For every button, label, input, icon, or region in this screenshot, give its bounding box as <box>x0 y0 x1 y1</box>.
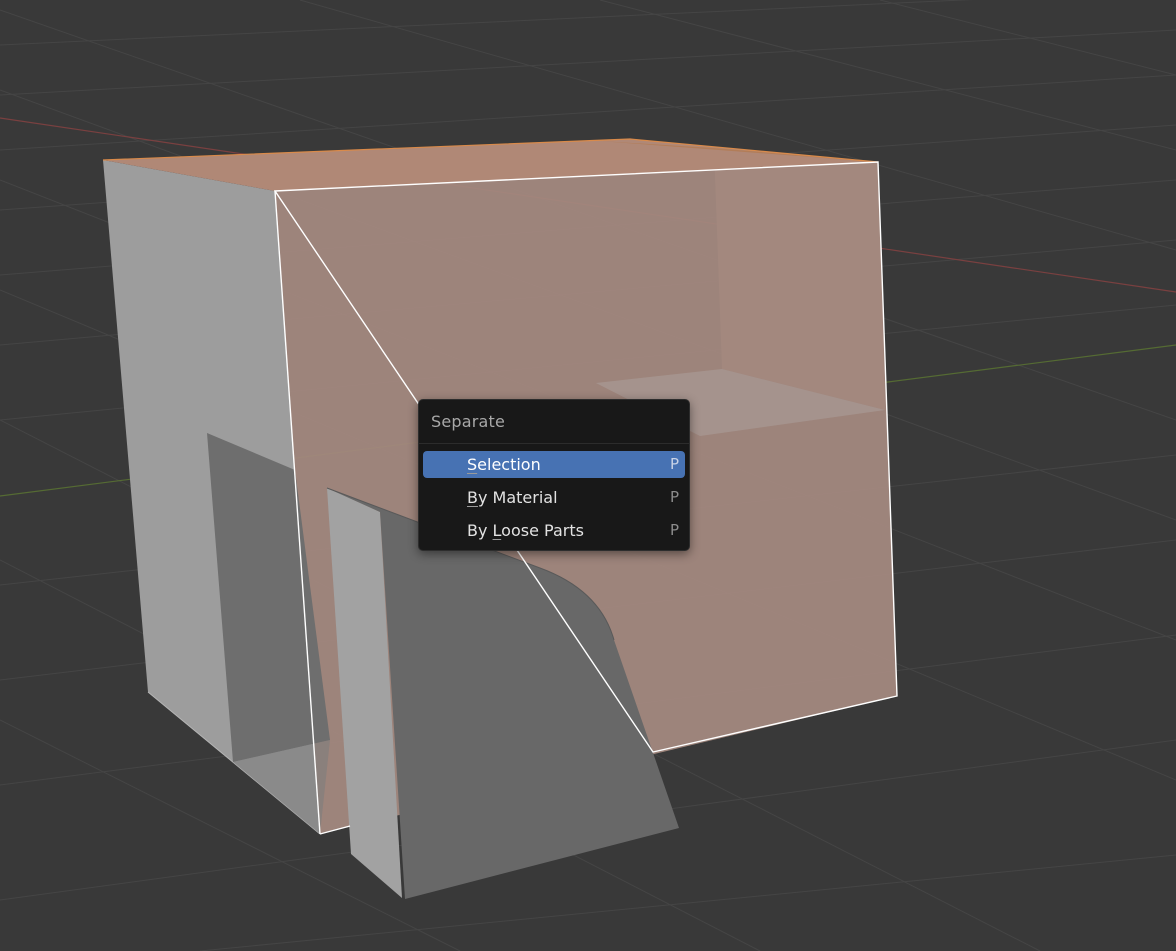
menu-item-label: By Material <box>467 488 558 507</box>
menu-item-label: By Loose Parts <box>467 521 584 540</box>
separate-menu: Separate Selection P By Material P By Lo… <box>418 399 690 551</box>
menu-divider <box>419 443 689 444</box>
menu-item-selection[interactable]: Selection P <box>423 451 685 478</box>
menu-title: Separate <box>431 412 506 431</box>
menu-item-shortcut: P <box>669 488 679 506</box>
menu-item-by-material[interactable]: By Material P <box>423 484 685 511</box>
3d-viewport[interactable]: Separate Selection P By Material P By Lo… <box>0 0 1176 951</box>
menu-item-by-loose-parts[interactable]: By Loose Parts P <box>423 517 685 544</box>
menu-item-shortcut: P <box>669 455 679 473</box>
menu-item-label: Selection <box>467 455 541 474</box>
menu-item-shortcut: P <box>669 521 679 539</box>
